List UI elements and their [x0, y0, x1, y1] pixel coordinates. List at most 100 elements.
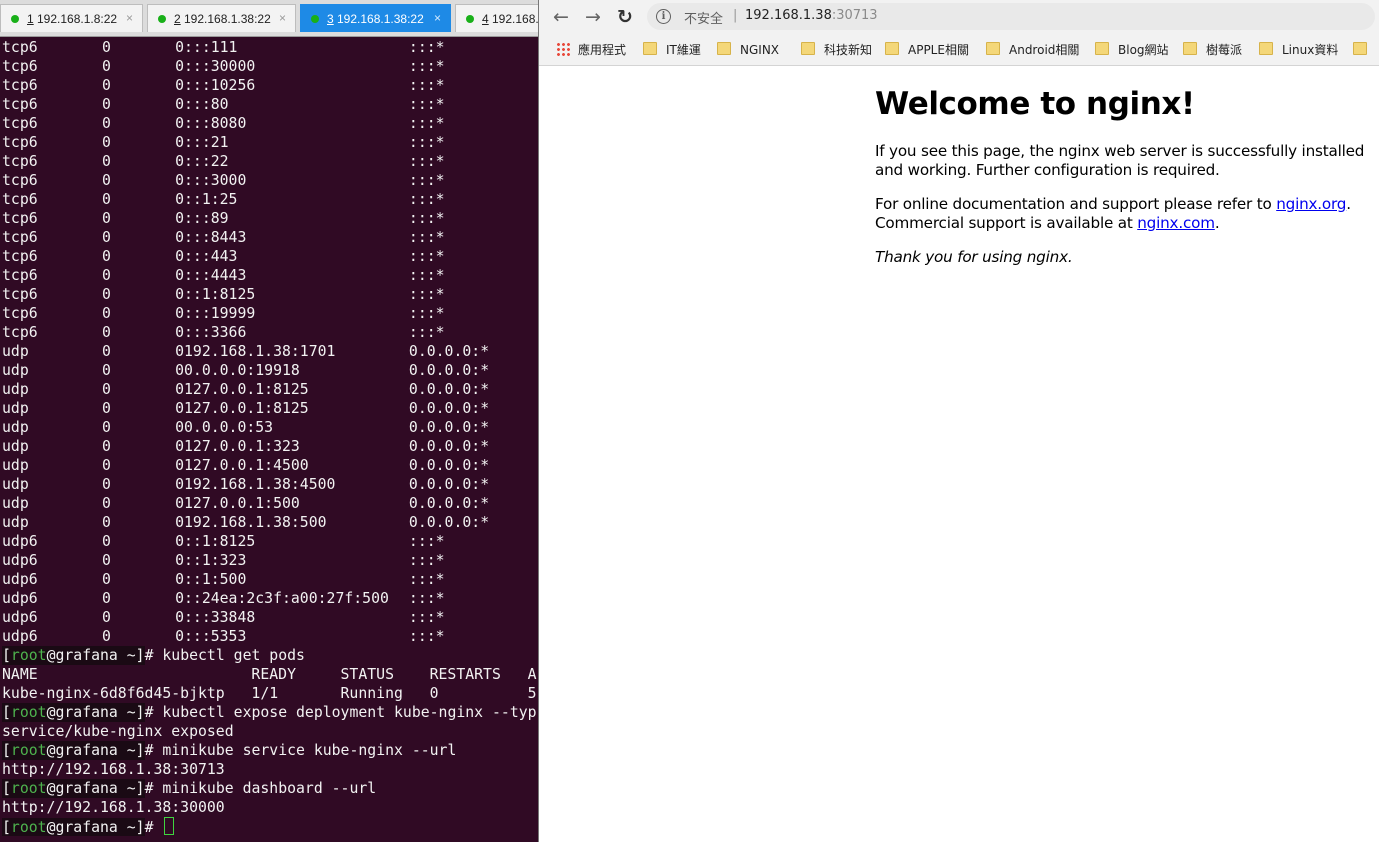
terminal-window[interactable]: 1 192.168.1.8:22 × 2 192.168.1.38:22 × 3 192…: [0, 0, 538, 842]
netstat-row: tcp6 0 0:::80 :::*: [2, 95, 538, 114]
bookmark-folder[interactable]: 樹莓派: [1183, 40, 1242, 60]
terminal-tab[interactable]: 1 192.168.1.8:22 ×: [0, 4, 143, 32]
netstat-cell: udp6: [2, 552, 38, 569]
netstat-cell: tcp6: [2, 305, 38, 322]
netstat-cell: 0: [175, 153, 184, 170]
output-text: http://192.168.1.38:30713: [2, 761, 225, 778]
netstat-cell: :::22: [184, 153, 229, 170]
browser-window: ← → ↻ i 不安全 | 192.168.1.38:30713 應用程式 IT維…: [538, 0, 1379, 842]
netstat-cell: udp6: [2, 533, 38, 550]
close-icon[interactable]: ×: [434, 11, 441, 25]
netstat-cell: 0: [175, 495, 184, 512]
netstat-cell: 0: [102, 134, 111, 151]
folder-icon: [1183, 42, 1197, 55]
netstat-cell: :::*: [408, 324, 445, 341]
netstat-cell: 0: [175, 191, 184, 208]
netstat-cell: tcp6: [2, 324, 38, 341]
netstat-row: tcp6 0 0:::443 :::*: [2, 247, 538, 266]
netstat-cell: 0: [102, 590, 111, 607]
netstat-row: tcp6 0 0:::30000 :::*: [2, 57, 538, 76]
output-text: service/kube-nginx exposed: [2, 723, 234, 740]
bookmark-folder[interactable]: Android相關: [986, 40, 1079, 60]
shell-prompt: [root@grafana ~]: [2, 646, 145, 665]
netstat-cell: :::30000: [184, 58, 256, 75]
folder-icon: [801, 42, 815, 55]
close-icon[interactable]: ×: [126, 11, 133, 25]
netstat-cell: ::1:25: [184, 191, 238, 208]
netstat-cell: udp: [2, 476, 29, 493]
bookmark-folder[interactable]: Blog網站: [1095, 40, 1169, 60]
netstat-cell: tcp6: [2, 172, 38, 189]
netstat-cell: udp: [2, 438, 29, 455]
terminal-tab[interactable]: 2 192.168.1.38:22 ×: [147, 4, 296, 32]
netstat-cell: 0: [175, 552, 184, 569]
netstat-cell: 0: [175, 324, 184, 341]
netstat-cell: ::24ea:2c3f:a00:27f:500: [184, 590, 389, 607]
bookmark-folder[interactable]: 科技新知: [801, 40, 872, 60]
netstat-row: udp6 0 0::24ea:2c3f:a00:27f:500 :::*: [2, 589, 538, 608]
netstat-cell: ::1:323: [184, 552, 247, 569]
shell-prompt: [root@grafana ~]: [2, 818, 145, 836]
terminal-output[interactable]: tcp6 0 0:::111 :::* tcp6 0 0:::30000 :::* tcp6…: [2, 38, 538, 836]
shell-prompt: [root@grafana ~]: [2, 741, 145, 760]
netstat-cell: 0.0.0.0:*: [408, 495, 490, 512]
netstat-cell: :::*: [408, 210, 445, 227]
netstat-cell: 127.0.0.1:8125: [184, 381, 309, 398]
close-icon[interactable]: ×: [279, 11, 286, 25]
bookmark-label: Blog網站: [1118, 43, 1169, 57]
terminal-cursor[interactable]: [164, 817, 175, 835]
info-icon[interactable]: i: [656, 9, 671, 24]
folder-icon: [1095, 42, 1109, 55]
command-line: [root@grafana ~]# minikube service kube-…: [2, 741, 538, 760]
bookmarks-bar: 應用程式 IT維運 NGINX 科技新知 APPLE相關 Android相關 Blog網站 樹…: [539, 34, 1379, 66]
netstat-cell: :::111: [184, 39, 238, 56]
prompt-bracket: [: [2, 742, 11, 759]
tab-host: 192.168.1.38:22: [184, 12, 271, 26]
bookmark-folder[interactable]: APPLE相關: [885, 40, 969, 60]
bookmark-folder[interactable]: IT維運: [643, 40, 701, 60]
prompt-user: root: [10, 647, 47, 664]
netstat-cell: 0: [102, 229, 111, 246]
netstat-cell: 0: [175, 514, 184, 531]
forward-arrow-icon[interactable]: →: [580, 4, 606, 30]
terminal-tab[interactable]: 3 192.168.1.38:22 ×: [300, 4, 451, 32]
terminal-tab[interactable]: 4 192.168.1.: [455, 4, 538, 32]
command-text: kubectl expose deployment kube-nginx --t…: [162, 704, 537, 721]
netstat-cell: udp: [2, 400, 29, 417]
netstat-cell: 0: [102, 115, 111, 132]
netstat-cell: 0: [175, 210, 184, 227]
netstat-cell: udp: [2, 419, 29, 436]
support-paragraph: For online documentation and support ple…: [875, 195, 1379, 233]
tab-host: 192.168.1.: [492, 12, 538, 26]
netstat-cell: 0: [102, 362, 111, 379]
netstat-cell: :::*: [408, 305, 445, 322]
netstat-cell: :::89: [184, 210, 229, 227]
prompt-symbol: #: [144, 647, 163, 664]
netstat-cell: udp: [2, 457, 29, 474]
bookmark-label: Linux資料: [1282, 43, 1339, 57]
address-bar[interactable]: i 不安全 | 192.168.1.38:30713: [647, 3, 1375, 30]
url-text[interactable]: 192.168.1.38:30713: [745, 8, 878, 23]
prompt-bracket: [: [2, 819, 11, 836]
netstat-row: tcp6 0 0:::3000 :::*: [2, 171, 538, 190]
netstat-row: udp 0 0127.0.0.1:8125 0.0.0.0:*: [2, 380, 538, 399]
bookmark-folder[interactable]: [1353, 40, 1376, 60]
bookmark-folder[interactable]: Linux資料: [1259, 40, 1338, 60]
netstat-cell: ::1:500: [184, 571, 247, 588]
nginx-welcome: Welcome to nginx! If you see this page, …: [875, 86, 1379, 282]
netstat-cell: 0: [102, 58, 111, 75]
apps-bookmark[interactable]: 應用程式: [556, 40, 626, 60]
reload-icon[interactable]: ↻: [612, 4, 638, 30]
prompt-user: root: [10, 780, 47, 797]
nginx-org-link[interactable]: nginx.org: [1276, 195, 1346, 213]
netstat-cell: 0: [102, 248, 111, 265]
netstat-cell: tcp6: [2, 134, 38, 151]
tab-number: 3: [327, 12, 334, 26]
tab-host: 192.168.1.8:22: [37, 12, 118, 26]
bookmark-folder[interactable]: NGINX: [717, 40, 779, 60]
back-arrow-icon[interactable]: ←: [548, 4, 574, 30]
terminal-tab-bar: 1 192.168.1.8:22 × 2 192.168.1.38:22 × 3 192…: [0, 0, 538, 37]
netstat-cell: 0: [175, 39, 184, 56]
netstat-cell: :::3366: [184, 324, 247, 341]
nginx-com-link[interactable]: nginx.com: [1137, 214, 1215, 232]
